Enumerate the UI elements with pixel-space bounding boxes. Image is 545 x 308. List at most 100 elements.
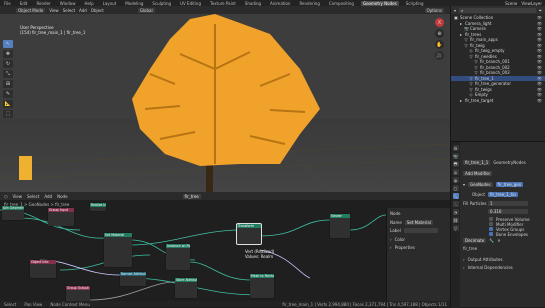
view-layer-name[interactable]: ViewLayer [521,1,542,6]
workspace-tab-uv-editing[interactable]: UV Editing [178,1,203,6]
annotate-icon[interactable]: ✎ [3,90,13,98]
move-icon[interactable]: ✥ [3,50,13,58]
viewport-menu-view[interactable]: View [49,8,59,13]
workspace-tab-geometry-nodes[interactable]: Geometry Nodes [360,0,399,6]
node-menu-view[interactable]: View [13,194,23,199]
sidebar-properties-row[interactable]: › Properties [390,245,415,250]
output-attributes-row[interactable]: › Output Attributes [463,256,503,262]
internal-dependencies-label: Internal Dependencies [467,264,513,270]
workspace-tab-rendering[interactable]: Rendering [297,1,321,6]
scale-icon[interactable]: ⤡ [3,70,13,78]
node-set-material[interactable]: Set Material [104,233,132,267]
node-mesh-to-points[interactable]: Mesh to Points [250,274,274,298]
viewport-menu-select[interactable]: Select [63,8,75,13]
workspace-tab-file[interactable]: File [2,1,13,6]
scale-field-value[interactable]: 0.310 [488,208,528,214]
workspace-tab-sculpting[interactable]: Sculpting [150,1,173,6]
node-group-field[interactable]: fir_tree [182,193,201,199]
workspace-tab-compositing[interactable]: Compositing [327,1,356,6]
measure-icon[interactable]: 📐 [3,100,13,108]
viewport-menu-object[interactable]: Object [91,8,104,13]
physics-tab-icon[interactable]: ◔ [452,209,459,215]
workspace-tab-modeling[interactable]: Modeling [123,1,145,6]
options-dropdown[interactable]: Options [424,7,444,13]
pan-hand-icon[interactable]: ✋ [435,40,444,49]
outliner-filter-icon[interactable]: ▾ [454,8,456,13]
particles-field-value[interactable]: 1 [488,200,528,206]
scene-tab-icon[interactable]: ◎ [452,169,459,175]
workspace-tab-texture-paint[interactable]: Texture Paint [208,1,238,6]
node-realize-instances[interactable]: Realize Instances [90,203,106,211]
node-menu-select[interactable]: Select [27,194,39,199]
sidebar-node-title: Node [390,211,401,216]
cursor-icon[interactable]: ↖ [3,40,13,48]
viewport-menu-add[interactable]: Add [79,8,87,13]
close-icon[interactable]: ✕ [497,238,500,243]
transform-icon[interactable]: ⊞ [3,80,13,88]
object-tab-icon[interactable]: ▢ [452,185,459,191]
outliner-search-input[interactable]: ⌕ [459,7,536,13]
output-tab-icon[interactable]: 🖶 [452,161,459,167]
add-cube-icon[interactable]: ⬚ [3,110,13,118]
node-viewer[interactable]: Viewer [330,214,350,238]
node-editor-type-icon[interactable]: ⬡ [4,194,8,199]
node-group-input[interactable]: Group Input [48,208,74,226]
modifier-expand-icon[interactable]: ▾ [463,182,465,187]
node-instance-on-points[interactable]: Instance on Points [166,244,190,270]
workspace-tab-render[interactable]: Render [34,1,52,6]
constraints-tab-icon[interactable]: ⛓ [452,217,459,223]
modifier-name-field[interactable]: GeoNodes [468,181,493,187]
visibility-eye-icon[interactable]: 👁 [537,98,542,104]
axis-x-icon[interactable]: X [435,18,444,27]
zoom-icon[interactable]: ⊕ [435,29,444,38]
decimate-modifier-field[interactable]: Decimate [463,237,487,243]
node-group-output[interactable]: Group Output [66,286,90,302]
viewport-header: Object Mode View Select Add Object Globa… [0,6,450,14]
particles-tab-icon[interactable]: ∴ [452,201,459,207]
workspace-tab-scripting[interactable]: Scripting [404,1,426,6]
3d-viewport[interactable]: User Perspective (154) fir_tree_main_1 |… [0,14,450,192]
decimate-target-value[interactable]: fir_tree [463,246,477,251]
scene-name[interactable]: Scene [505,1,517,6]
node-menu-node[interactable]: Node [57,194,67,199]
object-name-field[interactable]: fir_tree_1_1 [463,159,491,165]
workspace-tab-help[interactable]: Help [82,1,95,6]
wrench-icon[interactable]: 🔧 [489,238,494,243]
data-tab-icon[interactable]: ▽ [452,225,459,231]
workspace-tab-window[interactable]: Window [58,1,78,6]
sidebar-color-row[interactable]: › Color [390,237,405,242]
scene-statistics: fir_tree_main_1 | Verts 2,994,880 | Face… [282,301,447,307]
node-menu-add[interactable]: Add [44,194,52,199]
mode-dropdown[interactable]: Object Mode [16,7,46,13]
workspace-tab-animation[interactable]: Animation [268,1,292,6]
orientation-dropdown[interactable]: Global [137,7,155,13]
rotate-icon[interactable]: ↻ [3,60,13,68]
world-tab-icon[interactable]: ◍ [452,177,459,183]
checkbox[interactable] [489,232,493,236]
node-transform[interactable]: Transform [236,223,262,245]
sidebar-name-input[interactable]: Set Material [404,220,433,225]
workspace-tab-edit[interactable]: Edit [18,1,30,6]
node-named-attribute[interactable]: Named Attribute [120,272,146,286]
workspace-tab-shading[interactable]: Shading [243,1,263,6]
sidebar-label-input[interactable] [403,228,438,233]
add-modifier-button[interactable]: Add Modifier [463,170,493,176]
node-join-geometry[interactable]: Join Geometry [2,206,24,220]
camera-view-icon[interactable]: 🎥 [435,51,444,60]
tool-shelf: ↖ ✥ ↻ ⤡ ⊞ ✎ 📐 ⬚ [3,40,15,118]
outliner-panel: ▾ ⌕ ⏷ ▣ Scene Collection 👁 ▸ Camera_light 👁 📷 C… [450,6,545,141]
tree-foliage [132,14,320,166]
node-store-attribute[interactable]: Store Attribute [175,278,197,298]
object-field-value[interactable]: fir_tree_1_tin [488,191,518,197]
modifier-checkbox-row[interactable]: Bone Envelopes [489,231,528,237]
workspace-tab-layout[interactable]: Layout [101,1,119,6]
node-editor-canvas[interactable]: fir_tree_1 > GeoNodes > fir_tree Join Ge… [0,200,450,307]
render-tab-icon[interactable]: 📷 [452,153,459,159]
node-object-info[interactable]: Object Info [30,260,56,278]
modifier-tab-icon[interactable]: 🔧 [452,193,459,199]
outliner-row[interactable]: ▸ fir_tree_target 👁 [451,98,545,104]
funnel-icon[interactable]: ⏷ [539,8,542,13]
internal-dependencies-row[interactable]: › Internal Dependencies [463,264,513,270]
tool-tab-icon[interactable]: ⚙ [452,145,459,151]
node-group-selector[interactable]: fir_tree_gen [495,181,524,187]
